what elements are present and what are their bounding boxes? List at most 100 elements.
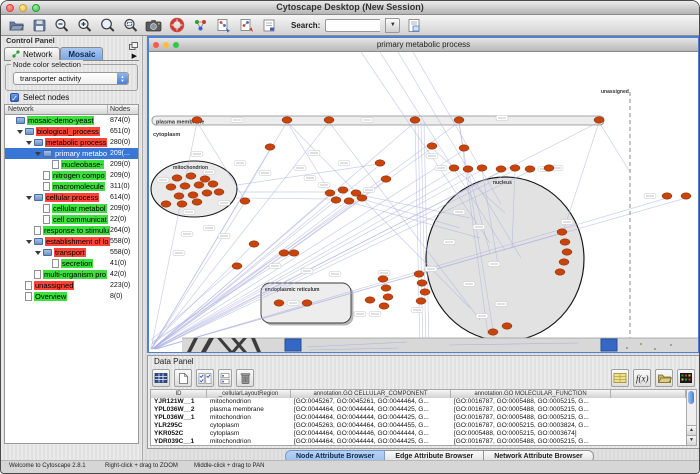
table-column-header[interactable]: _cellularLayoutRegion bbox=[207, 390, 291, 398]
network-node[interactable] bbox=[662, 193, 672, 199]
zoom-in-icon[interactable] bbox=[76, 17, 94, 33]
network-node[interactable] bbox=[681, 193, 691, 199]
more-tabs-arrow-icon[interactable]: ▶ bbox=[132, 52, 139, 60]
network-node[interactable] bbox=[192, 117, 202, 123]
zoom-fit-icon[interactable] bbox=[99, 17, 117, 33]
network-node[interactable] bbox=[365, 297, 375, 303]
attribute-list-button[interactable] bbox=[218, 369, 232, 387]
attribute-table-button[interactable] bbox=[611, 369, 629, 387]
network-node[interactable] bbox=[555, 269, 565, 275]
table-row[interactable]: YLR295Ccytoplasm[GO:0045263, GO:0044464,… bbox=[151, 422, 686, 430]
tree-row[interactable]: unassigned223(0) bbox=[5, 280, 138, 291]
network-node[interactable] bbox=[454, 117, 464, 123]
network-node[interactable] bbox=[502, 323, 512, 329]
network-node[interactable] bbox=[172, 175, 182, 181]
table-cell[interactable]: [GO:0044464, GO:0044446, GO:0044444, G..… bbox=[291, 430, 451, 438]
tree-row[interactable]: establishment of lo558(0) bbox=[5, 236, 138, 247]
tab-mosaic[interactable]: Mosaic bbox=[60, 47, 103, 60]
network-node[interactable] bbox=[379, 303, 389, 309]
network-node[interactable] bbox=[331, 197, 341, 203]
zoom-selected-icon[interactable] bbox=[122, 17, 140, 33]
network-node[interactable] bbox=[449, 165, 459, 171]
network-node[interactable] bbox=[416, 298, 426, 304]
network-node[interactable] bbox=[208, 181, 218, 187]
network-node[interactable] bbox=[496, 166, 506, 172]
table-cell[interactable]: [GO:0044464, GO:0044444, GO:0044425, G..… bbox=[291, 438, 451, 446]
network-edge[interactable] bbox=[415, 122, 420, 348]
tree-row[interactable]: macromolecule311(0) bbox=[5, 181, 138, 192]
network-node[interactable] bbox=[200, 176, 210, 182]
network-node[interactable] bbox=[344, 198, 354, 204]
tree-row[interactable]: nucleobase-209(0) bbox=[5, 159, 138, 170]
network-edge[interactable] bbox=[237, 164, 379, 185]
network-edge[interactable] bbox=[236, 198, 330, 199]
network-node[interactable] bbox=[383, 294, 393, 300]
table-column-header[interactable]: annotation.GO MOLECULAR_FUNCTION bbox=[451, 390, 611, 398]
table-column-header[interactable]: annotation.GO CELLULAR_COMPONENT bbox=[291, 390, 451, 398]
network-node[interactable] bbox=[161, 201, 171, 207]
network-overview-icon[interactable] bbox=[191, 17, 209, 33]
tree-row[interactable]: cellular process614(0) bbox=[5, 192, 138, 203]
table-cell[interactable]: [GO:0045267, GO:0045261, GO:0044464, G..… bbox=[291, 398, 451, 406]
network-node[interactable] bbox=[249, 241, 259, 247]
function-builder-button[interactable]: f(x) bbox=[633, 369, 651, 387]
network-node[interactable] bbox=[188, 192, 198, 198]
import-network-icon[interactable] bbox=[214, 17, 232, 33]
table-row[interactable]: YPL036W__2plasma membrane[GO:0044464, GO… bbox=[151, 406, 686, 414]
network-edge[interactable] bbox=[413, 52, 501, 204]
tree-row[interactable]: biological_process651(0) bbox=[5, 126, 138, 137]
tree-row[interactable]: primary metabo209(... bbox=[5, 148, 138, 159]
network-node[interactable] bbox=[324, 117, 334, 123]
table-cell[interactable]: YJR121W__1 bbox=[151, 398, 207, 406]
table-cell[interactable]: mitochondrion bbox=[207, 414, 291, 422]
network-node[interactable] bbox=[525, 166, 535, 172]
network-node[interactable] bbox=[240, 198, 250, 204]
tree-row[interactable]: Overview8(0) bbox=[5, 291, 138, 302]
table-cell[interactable]: [GO:0016787, GO:0005488, GO:0005215, G..… bbox=[451, 414, 611, 422]
tree-row[interactable]: metabolic process280(0) bbox=[5, 137, 138, 148]
tab-network[interactable]: Network bbox=[4, 47, 60, 60]
network-node[interactable] bbox=[174, 193, 184, 199]
network-node[interactable] bbox=[265, 144, 275, 150]
attribute-matrix-button[interactable] bbox=[677, 369, 695, 387]
plasma-membrane-region[interactable] bbox=[152, 116, 604, 125]
tree-row[interactable]: nitrogen compo209(0) bbox=[5, 170, 138, 181]
network-node[interactable] bbox=[282, 117, 292, 123]
network-node[interactable] bbox=[192, 199, 202, 205]
table-cell[interactable]: [GO:0045263, GO:0044464, GO:0044455, G..… bbox=[291, 422, 451, 430]
network-node[interactable] bbox=[338, 187, 348, 193]
scroll-up-button[interactable]: ▲ bbox=[687, 425, 696, 435]
table-cell[interactable]: [GO:0016787, GO:0005215, GO:0003824, G..… bbox=[451, 422, 611, 430]
disclosure-triangle-icon[interactable] bbox=[17, 130, 23, 134]
network-view-titlebar[interactable]: primary metabolic process bbox=[149, 38, 698, 52]
table-cell[interactable]: [GO:0005488, GO:0005215, GO:0003674] bbox=[451, 430, 611, 438]
network-node[interactable] bbox=[325, 190, 335, 196]
network-node[interactable] bbox=[463, 166, 473, 172]
network-node[interactable] bbox=[180, 183, 190, 189]
table-cell[interactable]: [GO:0016787, GO:0005488, GO:0005215, G..… bbox=[451, 438, 611, 446]
network-node[interactable] bbox=[214, 189, 224, 195]
export-network-icon[interactable] bbox=[237, 17, 255, 33]
disclosure-triangle-icon[interactable] bbox=[35, 251, 41, 255]
node-color-dropdown[interactable]: transporter activity ▲▼ bbox=[13, 72, 129, 85]
network-node[interactable] bbox=[417, 280, 427, 286]
network-edge[interactable] bbox=[599, 122, 630, 172]
attribute-checklist-button[interactable] bbox=[196, 369, 214, 387]
disclosure-triangle-icon[interactable] bbox=[26, 141, 32, 145]
network-node[interactable] bbox=[378, 276, 388, 282]
network-node[interactable] bbox=[594, 117, 604, 123]
table-cell[interactable]: YPL036W__2 bbox=[151, 406, 207, 414]
scroll-down-button[interactable]: ▼ bbox=[687, 435, 696, 445]
network-edge[interactable] bbox=[563, 122, 599, 232]
table-scrollbar[interactable]: ▲ ▼ bbox=[687, 389, 697, 446]
select-attributes-button[interactable] bbox=[152, 369, 170, 387]
save-session-icon[interactable] bbox=[30, 17, 48, 33]
network-node[interactable] bbox=[202, 190, 212, 196]
table-row[interactable]: YKR052Ccytoplasm[GO:0044464, GO:0044446,… bbox=[151, 430, 686, 438]
table-cell[interactable]: YLR295C bbox=[151, 422, 207, 430]
network-node[interactable] bbox=[177, 201, 187, 207]
network-node[interactable] bbox=[357, 195, 367, 201]
network-node[interactable] bbox=[477, 165, 487, 171]
network-node[interactable] bbox=[289, 250, 299, 256]
table-cell[interactable]: [GO:0016787, GO:0005488, GO:0005215, G..… bbox=[451, 406, 611, 414]
